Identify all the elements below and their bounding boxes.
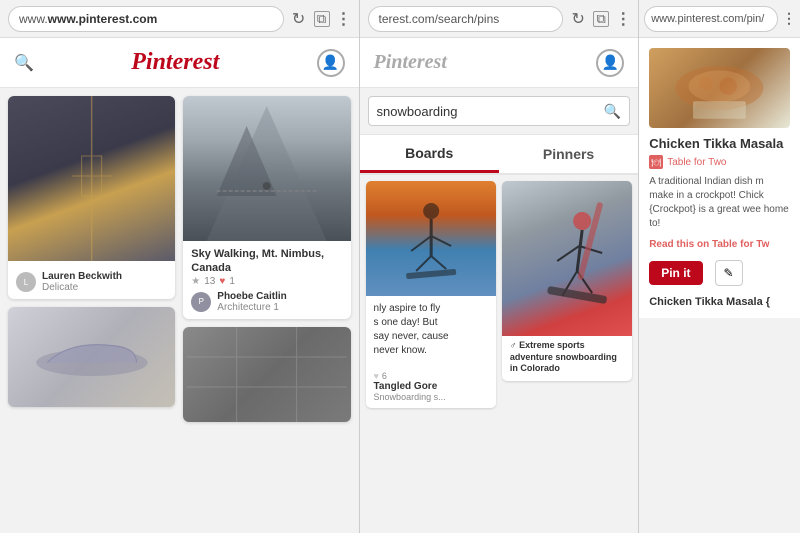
p2-col-2: ♂ Extreme sports adventure snowboarding … — [502, 181, 632, 408]
address-bar-3: www.pinterest.com/pin/ ⋮ — [639, 0, 800, 38]
p2-col-1: nly aspire to flys one day! Butsay never… — [366, 181, 496, 408]
browser-panel-1: www.www.pinterest.com ↻ ⧉ ⋮ 🔍 Pinterest … — [0, 0, 360, 533]
tab-pinners-label: Pinners — [543, 146, 594, 162]
pin-card-concrete[interactable] — [183, 327, 350, 422]
menu-dots-3[interactable]: ⋮ — [782, 10, 795, 27]
pin-image-mountain — [183, 96, 350, 241]
p3-source-text: Table for Two — [667, 157, 726, 168]
p2-pin-image-sunset — [366, 181, 496, 296]
pin-avatar-lauren: L — [16, 272, 36, 292]
menu-dots-1[interactable]: ⋮ — [336, 9, 351, 29]
pin-star-count: 13 — [204, 276, 215, 287]
pin-card-shoes[interactable] — [8, 307, 175, 407]
tab-icon-1[interactable]: ⧉ — [314, 11, 330, 27]
pin-meta-mountain: P Phoebe Caitlin Architecture 1 — [191, 291, 342, 313]
url-prefix-1: www. — [19, 12, 48, 26]
p2-pin-footer-2: ♂ Extreme sports adventure snowboarding … — [502, 336, 632, 381]
star-icon: ★ — [191, 276, 200, 287]
content-area-2: nly aspire to flys one day! Butsay never… — [360, 175, 639, 533]
p2-pin-snowboard-sunset[interactable]: nly aspire to flys one day! Butsay never… — [366, 181, 496, 408]
address-input-1[interactable]: www.www.pinterest.com — [8, 6, 284, 32]
p3-content: Chicken Tikka Masala 🍽 Table for Two A t… — [639, 38, 800, 318]
p2-heart-count: 6 — [382, 371, 387, 381]
p3-read-more[interactable]: Read this on Table for Tw — [649, 239, 790, 250]
p2-pin-title-2: ♂ Extreme sports adventure snowboarding … — [510, 340, 624, 375]
search-text-2: snowboarding — [377, 104, 598, 119]
browser-panel-2: terest.com/search/pins ↻ ⧉ ⋮ Pinterest 👤… — [360, 0, 640, 533]
masonry-grid-1: L Lauren Beckwith Delicate — [0, 88, 359, 533]
p2-pin-image-mountain — [502, 181, 632, 336]
heart-icon: ♥ — [219, 276, 225, 287]
search-icon-2: 🔍 — [604, 103, 621, 120]
masonry-col-1: L Lauren Beckwith Delicate — [8, 96, 175, 525]
url-p2: terest.com/search/pins — [379, 12, 500, 26]
pinterest-logo-2: Pinterest — [374, 51, 447, 74]
p3-title: Chicken Tikka Masala — [649, 136, 790, 151]
refresh-icon-1[interactable]: ↻ — [290, 10, 308, 28]
heart-icon-p2: ♥ — [374, 371, 379, 381]
address-bar-1: www.www.pinterest.com ↻ ⧉ ⋮ — [0, 0, 359, 38]
edit-button[interactable]: ✎ — [715, 260, 743, 286]
pin-board-lauren: Delicate — [42, 282, 167, 293]
pin-board-phoebe: Architecture 1 — [217, 302, 342, 313]
pin-user-info-lauren: Lauren Beckwith Delicate — [42, 271, 167, 293]
pinterest-header-1: 🔍 Pinterest 👤 — [0, 38, 359, 88]
pin-stats-mountain: ★ 13 ♥ 1 — [191, 276, 342, 287]
tab-icon-2[interactable]: ⧉ — [593, 11, 609, 27]
search-bar-container: snowboarding 🔍 — [360, 88, 639, 135]
pin-avatar-phoebe: P — [191, 292, 211, 312]
address-input-3[interactable]: www.pinterest.com/pin/ — [644, 6, 778, 32]
p3-btn-row: Pin it ✎ — [649, 260, 790, 286]
tab-boards-label: Boards — [405, 145, 453, 161]
address-input-2[interactable]: terest.com/search/pins — [368, 6, 564, 32]
user-icon-2[interactable]: 👤 — [596, 49, 624, 77]
pin-card-mountain[interactable]: Sky Walking, Mt. Nimbus, Canada ★ 13 ♥ 1… — [183, 96, 350, 319]
masonry-col-2: Sky Walking, Mt. Nimbus, Canada ★ 13 ♥ 1… — [183, 96, 350, 525]
url-p3: www.pinterest.com/pin/ — [651, 13, 764, 25]
user-icon-1[interactable]: 👤 — [317, 49, 345, 77]
pin-user-name-phoebe: Phoebe Caitlin — [217, 291, 342, 302]
p3-food-image — [649, 48, 790, 128]
search-bar-2[interactable]: snowboarding 🔍 — [368, 96, 631, 126]
address-bar-2: terest.com/search/pins ↻ ⧉ ⋮ — [360, 0, 639, 38]
p3-source: 🍽 Table for Two — [649, 155, 790, 169]
p2-pin-footer-1: ♥ 6 Tangled Gore Snowboarding s... — [366, 364, 496, 408]
search-icon-header-1[interactable]: 🔍 — [14, 53, 34, 73]
p2-pin-snowboard-mountain[interactable]: ♂ Extreme sports adventure snowboarding … — [502, 181, 632, 381]
pin-heart-count: 1 — [229, 276, 235, 287]
p3-description: A traditional Indian dish m make in a cr… — [649, 175, 790, 231]
tab-boards[interactable]: Boards — [360, 135, 499, 173]
pin-user-info-phoebe: Phoebe Caitlin Architecture 1 — [217, 291, 342, 313]
url-domain-1: www.pinterest.com — [48, 12, 158, 26]
pinterest-logo-1: Pinterest — [131, 49, 219, 76]
p2-pin-title-1: Tangled Gore — [374, 381, 488, 392]
tabs-row: Boards Pinners — [360, 135, 639, 175]
tab-pinners[interactable]: Pinners — [499, 135, 638, 173]
menu-dots-2[interactable]: ⋮ — [615, 9, 630, 29]
pin-it-button[interactable]: Pin it — [649, 261, 702, 285]
pin-title-mountain: Sky Walking, Mt. Nimbus, Canada — [191, 247, 342, 276]
pin-footer-architecture: L Lauren Beckwith Delicate — [8, 261, 175, 299]
p2-pins-grid: nly aspire to flys one day! Butsay never… — [360, 175, 639, 414]
edit-icon: ✎ — [724, 266, 734, 280]
p2-pin-text-1: nly aspire to flys one day! Butsay never… — [366, 296, 496, 364]
pinterest-header-2: Pinterest 👤 — [360, 38, 639, 88]
p3-source-icon: 🍽 — [649, 155, 663, 169]
refresh-icon-2[interactable]: ↻ — [569, 10, 587, 28]
p2-pin-sub-1: Snowboarding s... — [374, 392, 488, 402]
pin-image-shoes — [8, 307, 175, 407]
pin-footer-mountain: Sky Walking, Mt. Nimbus, Canada ★ 13 ♥ 1… — [183, 241, 350, 319]
pin-user-name-lauren: Lauren Beckwith — [42, 271, 167, 282]
pin-image-architecture — [8, 96, 175, 261]
pin-meta-architecture: L Lauren Beckwith Delicate — [16, 271, 167, 293]
p2-pin-heart-1: ♥ 6 — [374, 371, 488, 381]
pin-card-architecture[interactable]: L Lauren Beckwith Delicate — [8, 96, 175, 299]
p3-footer-title: Chicken Tikka Masala { — [649, 296, 790, 308]
content-area-1: L Lauren Beckwith Delicate — [0, 88, 359, 533]
browser-panel-3: www.pinterest.com/pin/ ⋮ Chicken Tikka M… — [639, 0, 800, 533]
pin-image-concrete — [183, 327, 350, 422]
